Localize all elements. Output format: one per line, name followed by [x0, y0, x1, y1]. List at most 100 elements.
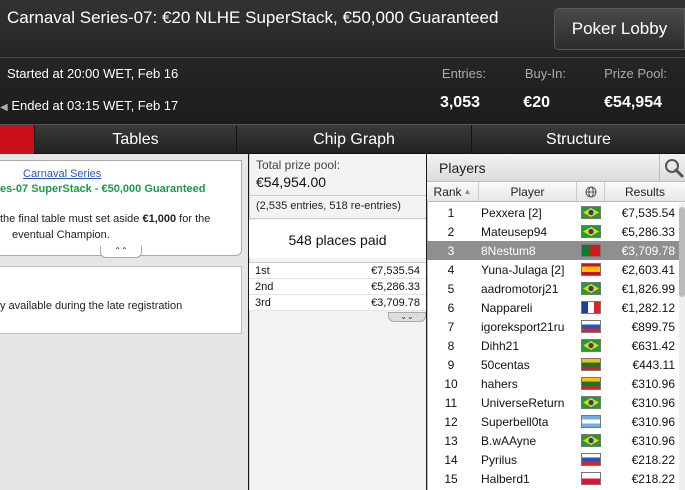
brazil-flag-icon: [581, 282, 601, 295]
player-rank: 6: [447, 301, 455, 315]
portugal-flag-icon: [581, 244, 601, 257]
player-rank: 12: [444, 415, 458, 429]
player-row[interactable]: 4 Yuna-Julaga [2] €2,603.41: [427, 260, 679, 279]
scrollbar-thumb[interactable]: [679, 207, 685, 297]
series-name: es-07 SuperStack - €50,000 Guaranteed: [0, 183, 205, 195]
brazil-flag-icon: [581, 434, 601, 447]
player-result: €631.42: [631, 339, 675, 353]
prize-pool-label: Prize Pool:: [604, 66, 667, 81]
header-divider: [0, 57, 685, 58]
prize-divider: [249, 195, 426, 196]
player-result: €899.75: [631, 320, 675, 334]
series-event: es-07 SuperStack: [0, 183, 92, 195]
player-row[interactable]: 3 8Nestum8 €3,709.78: [427, 241, 679, 260]
player-name: aadromotorj21: [481, 282, 559, 296]
final-table-note: the final table must set aside €1,000 fo…: [0, 213, 210, 225]
player-row[interactable]: 2 Mateusep94 €5,286.33: [427, 222, 679, 241]
player-rank: 5: [447, 282, 455, 296]
series-guarantee: €50,000 Guaranteed: [101, 183, 206, 195]
player-name: Nappareli: [481, 301, 533, 315]
sort-asc-icon: ▲: [463, 187, 472, 196]
expand-payouts-button[interactable]: ⌄⌄: [388, 312, 426, 322]
collapse-info-button[interactable]: ⌃⌃: [0, 246, 242, 258]
entries-value: 3,053: [439, 94, 480, 111]
rank-column-label: Rank: [433, 184, 462, 199]
payout-row: 1st €7,535.54: [249, 263, 426, 279]
start-time: Started at 20:00 WET, Feb 16: [7, 66, 179, 81]
tournament-title: Carnaval Series-07: €20 NLHE SuperStack,…: [7, 8, 499, 27]
payout-table: 1st €7,535.54 2nd €5,286.33 3rd €3,709.78: [249, 262, 426, 311]
player-result: €310.96: [631, 396, 675, 410]
player-row[interactable]: 7 igoreksport21ru €899.75: [427, 317, 679, 336]
player-row[interactable]: 6 Nappareli €1,282.12: [427, 298, 679, 317]
search-icon[interactable]: [659, 154, 685, 182]
tab-structure[interactable]: Structure: [471, 125, 685, 154]
tab-tables[interactable]: Tables: [34, 125, 236, 154]
player-name: UniverseReturn: [481, 396, 565, 410]
lithuania-flag-icon: [581, 358, 601, 371]
rank-column-header[interactable]: Rank ▲: [427, 182, 479, 201]
player-row[interactable]: 13 B.wAAyne €310.96: [427, 431, 679, 450]
lithuania-flag-icon: [581, 377, 601, 390]
players-list: 1 Pexxera [2] €7,535.54 2 Mateusep94 €5,286.3…: [427, 203, 679, 488]
player-name: Superbell0ta: [481, 415, 549, 429]
entries-breakdown: (2,535 entries, 518 re-entries): [256, 200, 401, 212]
tab-chip-graph[interactable]: Chip Graph: [236, 125, 471, 154]
player-result: €310.96: [631, 434, 675, 448]
chevron-up-icon: ⌃⌃: [100, 246, 142, 258]
player-rank: 11: [444, 396, 458, 410]
players-scrollbar[interactable]: [679, 203, 685, 490]
player-name: B.wAAyne: [481, 434, 537, 448]
players-column-header: Rank ▲ Player Results: [427, 182, 685, 202]
player-rank: 10: [444, 377, 458, 391]
player-result: €2,603.41: [621, 263, 675, 277]
player-result: €310.96: [631, 415, 675, 429]
series-separator: -: [91, 183, 102, 195]
player-result: €7,535.54: [621, 206, 675, 220]
players-title: Players: [439, 160, 486, 176]
tab-info-active[interactable]: [0, 125, 34, 154]
player-result: €5,286.33: [621, 225, 675, 239]
player-name: Dihh21: [481, 339, 520, 353]
player-name: 8Nestum8: [481, 244, 536, 258]
entries-label: Entries:: [441, 66, 486, 81]
payout-place: 3rd: [255, 296, 271, 309]
player-result: €3,709.78: [621, 244, 675, 258]
player-row[interactable]: 12 Superbell0ta €310.96: [427, 412, 679, 431]
player-row[interactable]: 8 Dihh21 €631.42: [427, 336, 679, 355]
player-rank: 3: [447, 244, 455, 258]
player-name: hahers: [481, 377, 518, 391]
france-flag-icon: [581, 301, 601, 314]
player-row[interactable]: 10 hahers €310.96: [427, 374, 679, 393]
series-link[interactable]: Carnaval Series: [23, 168, 101, 180]
poland-flag-icon: [581, 472, 601, 485]
player-rank: 1: [447, 206, 455, 220]
payout-amount: €7,535.54: [371, 264, 420, 277]
payout-place: 2nd: [255, 280, 274, 293]
player-row[interactable]: 14 Pyrilus €218.22: [427, 450, 679, 469]
player-row[interactable]: 11 UniverseReturn €310.96: [427, 393, 679, 412]
player-name: Yuna-Julaga [2]: [481, 263, 565, 277]
player-row[interactable]: 5 aadromotorj21 €1,826.99: [427, 279, 679, 298]
prize-pool-value: €54,954: [604, 94, 662, 111]
brazil-flag-icon: [581, 225, 601, 238]
player-result: €1,282.12: [621, 301, 675, 315]
player-row[interactable]: 1 Pexxera [2] €7,535.54: [427, 203, 679, 222]
payout-amount: €3,709.78: [371, 296, 420, 309]
country-column-header[interactable]: [577, 182, 605, 201]
buyin-label: Buy-In:: [524, 66, 566, 81]
globe-icon: [585, 186, 596, 197]
payout-place: 1st: [255, 264, 270, 277]
poker-lobby-button[interactable]: Poker Lobby: [554, 8, 685, 50]
results-column-header[interactable]: Results: [605, 182, 685, 201]
player-row[interactable]: 15 Halberd1 €218.22: [427, 469, 679, 488]
end-time-text: Ended at 03:15 WET, Feb 17: [11, 98, 179, 113]
player-result: €310.96: [631, 377, 675, 391]
player-name: Pyrilus: [481, 453, 518, 467]
player-row[interactable]: 9 50centas €443.11: [427, 355, 679, 374]
player-column-header[interactable]: Player: [479, 182, 577, 201]
chevron-down-icon: ⌄⌄: [400, 312, 414, 321]
payout-row: 2nd €5,286.33: [249, 279, 426, 295]
argentina-flag-icon: [581, 415, 601, 428]
russia-flag-icon: [581, 453, 601, 466]
